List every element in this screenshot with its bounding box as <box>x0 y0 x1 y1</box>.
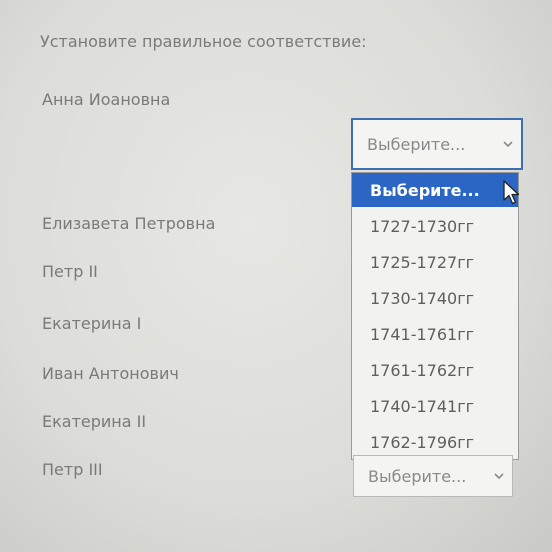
chevron-down-icon <box>495 139 521 150</box>
row-name-petr-ii: Петр II <box>42 262 98 281</box>
row-name-petr-iii: Петр III <box>42 460 103 479</box>
select-value: Выберите... <box>368 466 467 486</box>
select-dropdown-list: Выберите... 1727-1730гг 1725-1727гг 1730… <box>351 172 519 460</box>
dropdown-option[interactable]: 1741-1761гг <box>352 317 518 351</box>
dropdown-option[interactable]: 1730-1740гг <box>352 281 518 315</box>
row-name-elizaveta-petrovna: Елизавета Петровна <box>42 214 216 233</box>
question-instruction: Установите правильное соответствие: <box>40 32 367 51</box>
mouse-pointer-icon <box>503 180 520 205</box>
select-value: Выберите... <box>367 134 466 154</box>
dropdown-option-placeholder[interactable]: Выберите... <box>352 173 518 207</box>
answer-select-open[interactable]: Выберите... <box>351 118 523 170</box>
chevron-down-icon <box>486 471 512 482</box>
row-name-anna-ioanovna: Анна Иоановна <box>42 90 171 109</box>
dropdown-option[interactable]: 1740-1741гг <box>352 389 518 423</box>
dropdown-option[interactable]: 1761-1762гг <box>352 353 518 387</box>
row-name-ivan-antonovich: Иван Антонович <box>42 364 179 383</box>
dropdown-option[interactable]: 1725-1727гг <box>352 245 518 279</box>
matching-question-page: Установите правильное соответствие: Анна… <box>0 0 552 552</box>
answer-select-petr-iii[interactable]: Выберите... <box>353 455 513 497</box>
row-name-ekaterina-i: Екатерина I <box>42 314 142 333</box>
dropdown-option[interactable]: 1727-1730гг <box>352 209 518 243</box>
row-name-ekaterina-ii: Екатерина II <box>42 412 147 431</box>
dropdown-option[interactable]: 1762-1796гг <box>352 425 518 459</box>
